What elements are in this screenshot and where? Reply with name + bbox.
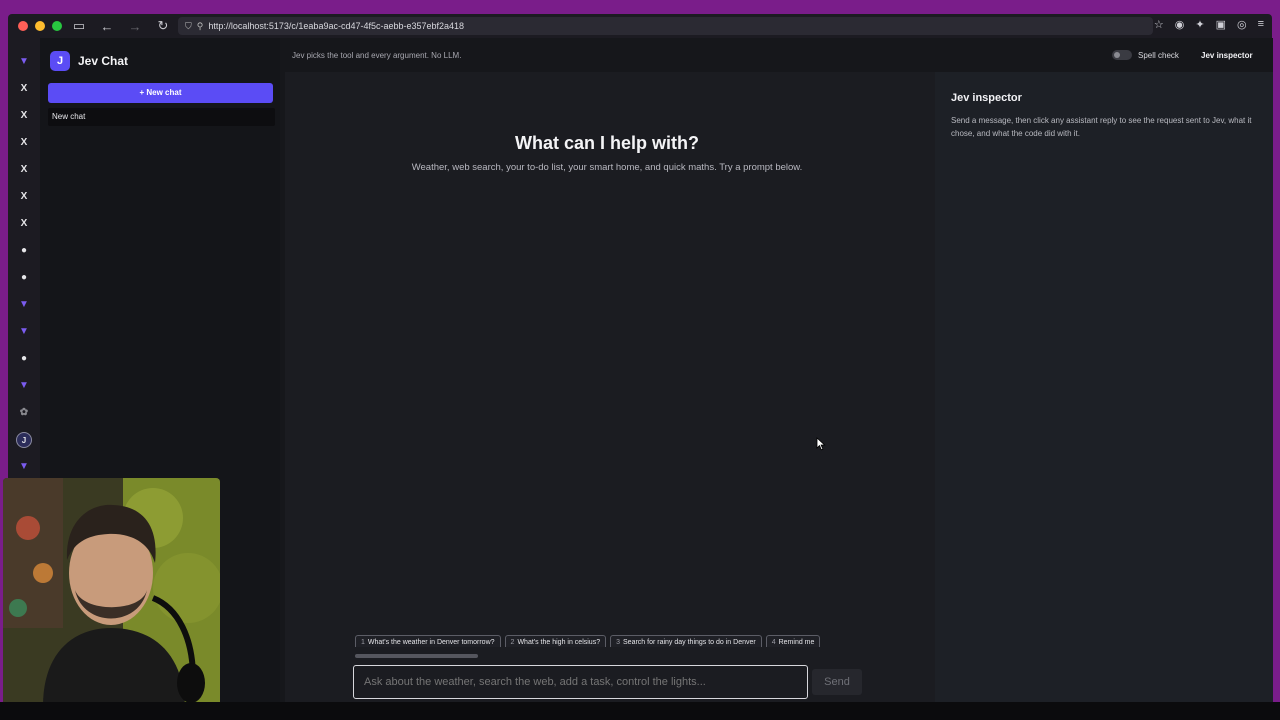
tab-x-icon[interactable]: X (16, 189, 32, 205)
menu-icon[interactable]: ≡ (1258, 18, 1264, 31)
forward-arrow-icon[interactable]: → (124, 19, 146, 34)
webcam-overlay (3, 478, 220, 706)
extensions-puzzle-icon[interactable]: ✦ (1195, 18, 1204, 31)
chat-list-item[interactable]: New chat (48, 108, 275, 126)
page-subtitle: Weather, web search, your to-do list, yo… (411, 162, 803, 173)
tab-github-icon[interactable]: ● (16, 351, 32, 367)
account-icon[interactable]: ◎ (1237, 18, 1247, 31)
tab-x-icon[interactable]: X (16, 81, 32, 97)
close-window-button[interactable] (18, 21, 28, 31)
spell-check-toggle[interactable] (1112, 50, 1132, 60)
window-controls (18, 21, 62, 31)
minimize-window-button[interactable] (35, 21, 45, 31)
suggestion-chip[interactable]: 4 Remind me (765, 635, 821, 647)
tab-favicon-icon[interactable]: ▼ (16, 459, 32, 475)
suggestion-number: 2 (510, 639, 515, 646)
browser-toolbar: ▭ ← → ↻ ⛉ ⚲ http://localhost:5173/c/1eab… (8, 14, 1272, 38)
jev-inspector-button[interactable]: Jev inspector (1201, 51, 1253, 60)
spell-check-label[interactable]: Spell check (1138, 51, 1179, 60)
suggestion-chip[interactable]: 1 What's the weather in Denver tomorrow? (355, 635, 501, 647)
suggestion-scrollbar[interactable] (355, 654, 478, 658)
new-chat-button[interactable]: + New chat (48, 83, 273, 103)
inspector-title: Jev inspector (951, 92, 1022, 104)
inspector-description: Send a message, then click any assistant… (951, 116, 1252, 138)
suggestion-row: 1 What's the weather in Denver tomorrow? 2… (355, 631, 863, 647)
suggestion-text: Search for rainy day things to do in Den… (623, 639, 756, 646)
zoom-window-button[interactable] (52, 21, 62, 31)
suggestion-chip[interactable]: 2 What's the high in celsius? (504, 635, 607, 647)
suggestion-text: What's the high in celsius? (517, 639, 601, 646)
browser-toolbar-actions: ☆ ◉ ✦ ▣ ◎ ≡ (1154, 18, 1264, 31)
tab-x-icon[interactable]: X (16, 108, 32, 124)
tab-favicon-icon[interactable]: ▼ (16, 297, 32, 313)
bottom-edge (0, 702, 1280, 720)
chat-main: What can I help with? Weather, web searc… (285, 72, 935, 702)
send-button[interactable]: Send (812, 669, 862, 695)
inspector-panel: Jev inspector Send a message, then click… (935, 72, 1273, 702)
tab-github-icon[interactable]: ● (16, 243, 32, 259)
page-title: What can I help with? (515, 133, 699, 153)
suggestion-number: 3 (616, 639, 621, 646)
reload-icon[interactable]: ↻ (152, 18, 174, 34)
brand: J Jev Chat (50, 51, 128, 71)
tab-active-jev-icon[interactable]: J (16, 432, 32, 448)
tab-favicon-icon[interactable]: ✿ (16, 405, 32, 421)
tab-favicon-icon[interactable]: ▼ (16, 54, 32, 70)
tab-github-icon[interactable]: ● (16, 270, 32, 286)
bookmark-star-icon[interactable]: ☆ (1154, 18, 1164, 31)
tagline: Jev picks the tool and every argument. N… (292, 51, 462, 60)
brand-logo-icon: J (50, 51, 70, 71)
extension-icon[interactable]: ◉ (1175, 18, 1185, 31)
tab-favicon-icon[interactable]: ▼ (16, 324, 32, 340)
top-bar: Jev picks the tool and every argument. N… (280, 38, 1273, 72)
message-input[interactable] (353, 665, 808, 699)
mouse-cursor-icon (816, 437, 826, 451)
back-arrow-icon[interactable]: ← (96, 19, 118, 34)
tab-x-icon[interactable]: X (16, 162, 32, 178)
page-info-icon[interactable]: ⚲ (197, 21, 204, 32)
tab-x-icon[interactable]: X (16, 135, 32, 151)
suggestion-text: What's the weather in Denver tomorrow? (367, 639, 495, 646)
screenshot-icon[interactable]: ▣ (1216, 18, 1226, 31)
app-window: J Jev Chat + New chat New chat Jev picks… (40, 38, 1273, 702)
suggestion-number: 4 (771, 639, 776, 646)
suggestion-number: 1 (361, 639, 365, 646)
address-bar[interactable]: ⛉ ⚲ http://localhost:5173/c/1eaba9ac-cd4… (178, 17, 1153, 35)
sidebar-toggle-icon[interactable]: ▭ (68, 18, 90, 34)
tab-x-icon[interactable]: X (16, 216, 32, 232)
suggestion-text: Remind me (778, 639, 815, 646)
suggestion-chip[interactable]: 3 Search for rainy day things to do in De… (610, 635, 762, 647)
tab-favicon-icon[interactable]: ▼ (16, 378, 32, 394)
presenter-video-image (3, 478, 220, 706)
brand-name: Jev Chat (78, 54, 129, 68)
url-text[interactable]: http://localhost:5173/c/1eaba9ac-cd47-4f… (208, 21, 464, 31)
shield-icon[interactable]: ⛉ (185, 21, 192, 32)
